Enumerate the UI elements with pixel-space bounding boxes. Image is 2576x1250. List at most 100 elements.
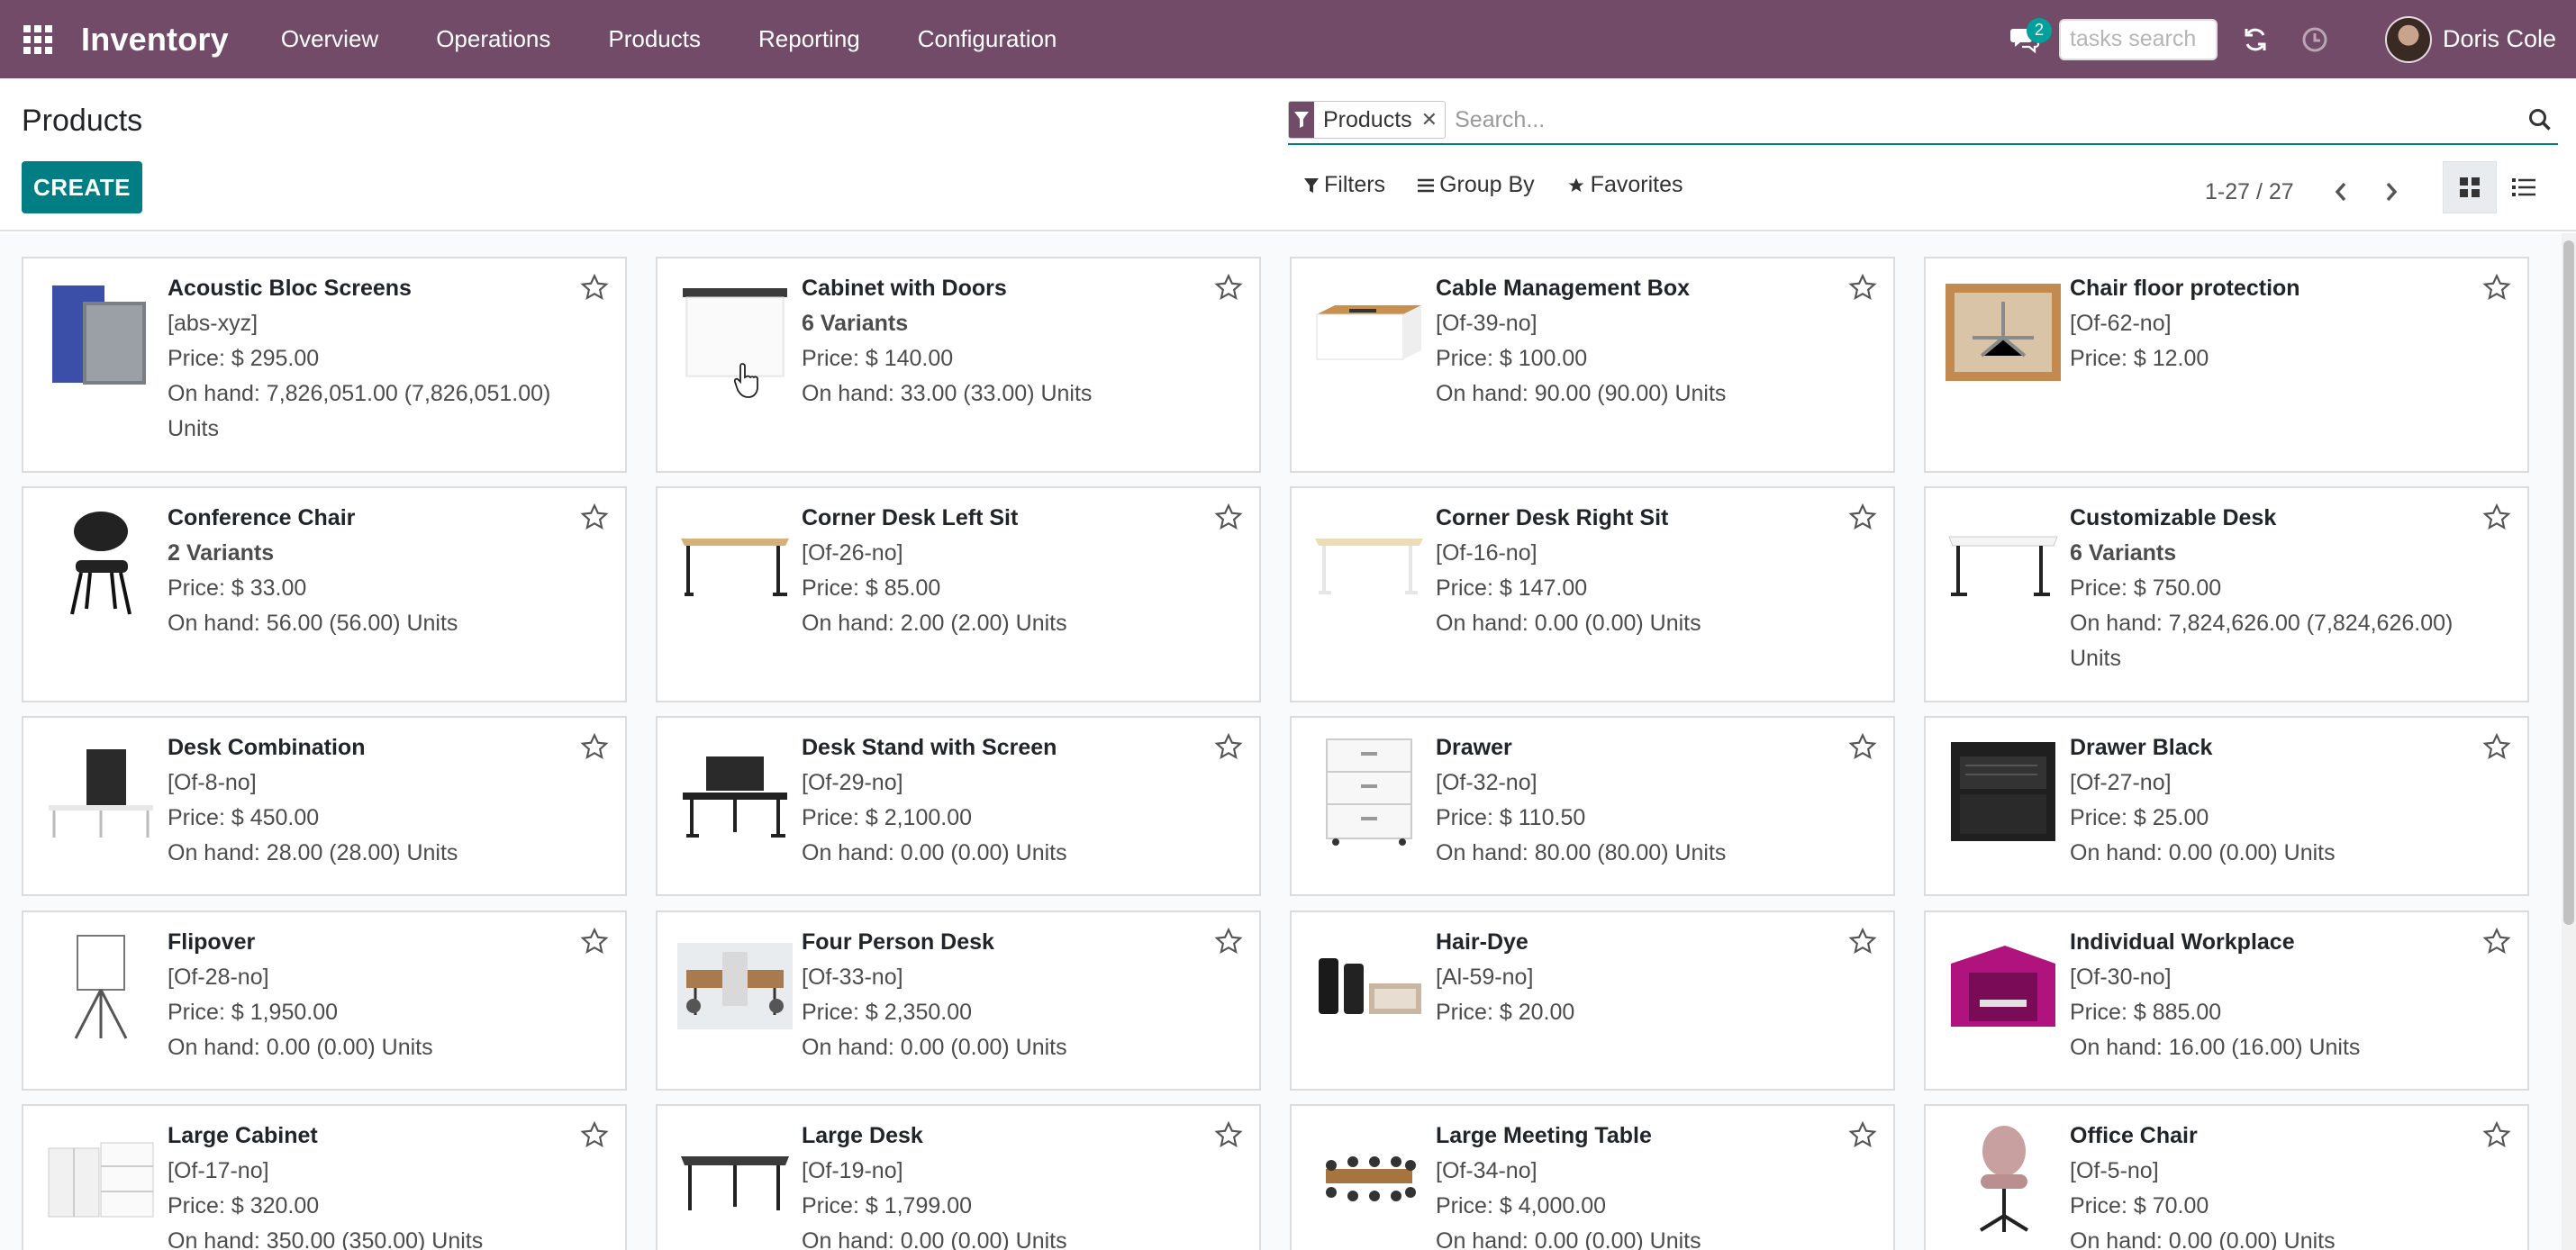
product-card[interactable]: Desk Stand with Screen [Of-29-no] Price: $… xyxy=(656,716,1261,896)
product-card[interactable]: Corner Desk Right Sit [Of-16-no] Price: $ … xyxy=(1290,486,1895,702)
favorite-star-icon[interactable] xyxy=(1214,927,1243,960)
product-name: Corner Desk Left Sit xyxy=(802,505,1019,530)
product-onhand: On hand: 0.00 (0.00) Units xyxy=(2070,1228,2336,1250)
create-button[interactable]: CREATE xyxy=(22,161,142,213)
product-details: Cabinet with Doors 6 Variants Price: $ 140… xyxy=(802,271,1196,412)
favorite-star-icon[interactable] xyxy=(2482,503,2511,536)
control-panel: Products CREATE Products ✕ Filters Group… xyxy=(0,78,2576,231)
product-image xyxy=(676,736,794,847)
product-card[interactable]: Conference Chair 2 Variants Price: $ 33.00… xyxy=(22,486,627,702)
product-name: Acoustic Bloc Screens xyxy=(168,276,412,301)
clock-icon xyxy=(2302,27,2327,51)
product-reference: [Of-29-no] xyxy=(802,770,903,795)
product-image xyxy=(41,506,160,618)
favorite-star-icon[interactable] xyxy=(580,503,609,536)
user-avatar xyxy=(2384,15,2432,63)
product-card[interactable]: Acoustic Bloc Screens [abs-xyz] Price: $ 2… xyxy=(22,257,627,473)
favorite-star-icon[interactable] xyxy=(1848,927,1877,960)
product-reference: [Of-32-no] xyxy=(1436,770,1537,795)
tasks-search-input[interactable] xyxy=(2058,18,2218,60)
favorite-star-icon[interactable] xyxy=(1214,732,1243,765)
product-card[interactable]: Drawer Black [Of-27-no] Price: $ 25.00 On h… xyxy=(1924,716,2529,896)
list-icon xyxy=(2512,178,2535,196)
favorite-star-icon[interactable] xyxy=(2482,927,2511,960)
product-price: Price: $ 2,350.00 xyxy=(802,1000,973,1025)
apps-menu-icon[interactable] xyxy=(22,23,54,56)
favorite-star-icon[interactable] xyxy=(1848,273,1877,306)
menu-reporting[interactable]: Reporting xyxy=(730,0,889,78)
menu-products[interactable]: Products xyxy=(579,0,730,78)
sync-button[interactable] xyxy=(2234,18,2277,61)
product-card[interactable]: Desk Combination [Of-8-no] Price: $ 450.00… xyxy=(22,716,627,896)
star-icon xyxy=(1568,177,1584,192)
favorite-star-icon[interactable] xyxy=(2482,1120,2511,1154)
scrollbar-thumb[interactable] xyxy=(2563,240,2574,925)
product-card[interactable]: Office Chair [Of-5-no] Price: $ 70.00 On ha… xyxy=(1924,1104,2529,1250)
product-details: Desk Combination [Of-8-no] Price: $ 450.00… xyxy=(168,730,562,871)
groupby-dropdown[interactable]: Group By xyxy=(1418,172,1535,198)
product-card[interactable]: Large Cabinet [Of-17-no] Price: $ 320.00 On… xyxy=(22,1104,627,1250)
favorites-dropdown[interactable]: Favorites xyxy=(1567,172,1683,198)
app-brand[interactable]: Inventory xyxy=(81,21,229,59)
favorite-star-icon[interactable] xyxy=(2482,732,2511,765)
search-icon[interactable] xyxy=(2522,108,2558,131)
search-input[interactable] xyxy=(1446,101,2522,139)
product-card[interactable]: Corner Desk Left Sit [Of-26-no] Price: $ 8… xyxy=(656,486,1261,702)
filters-dropdown[interactable]: Filters xyxy=(1304,172,1385,198)
user-menu[interactable]: Doris Cole xyxy=(2384,15,2556,63)
product-onhand: On hand: 90.00 (90.00) Units xyxy=(1436,381,1727,406)
product-details: Individual Workplace [Of-30-no] Price: $ 8… xyxy=(2070,925,2464,1065)
product-name: Desk Stand with Screen xyxy=(802,735,1057,760)
favorite-star-icon[interactable] xyxy=(2482,273,2511,306)
product-details: Flipover [Of-28-no] Price: $ 1,950.00 On ha… xyxy=(168,925,562,1065)
favorite-star-icon[interactable] xyxy=(1214,503,1243,536)
pager-value[interactable]: 1-27 / 27 xyxy=(2205,179,2294,205)
pager-previous[interactable] xyxy=(2321,172,2361,212)
product-card[interactable]: Hair-Dye [Al-59-no] Price: $ 20.00 xyxy=(1290,910,1895,1091)
list-icon xyxy=(1418,178,1435,192)
product-card[interactable]: Flipover [Of-28-no] Price: $ 1,950.00 On ha… xyxy=(22,910,627,1091)
scrollbar[interactable] xyxy=(2562,233,2576,1250)
product-details: Large Meeting Table [Of-34-no] Price: $ 4,… xyxy=(1436,1119,1830,1250)
favorite-star-icon[interactable] xyxy=(1848,503,1877,536)
messaging-menu[interactable]: 2 xyxy=(2003,17,2052,61)
product-card[interactable]: Cable Management Box [Of-39-no] Price: $ 1… xyxy=(1290,257,1895,473)
favorite-star-icon[interactable] xyxy=(1214,1120,1243,1154)
menu-configuration[interactable]: Configuration xyxy=(889,0,1086,78)
product-reference: [Of-17-no] xyxy=(168,1158,269,1183)
facet-remove-icon[interactable]: ✕ xyxy=(1420,108,1445,131)
kanban-view: Acoustic Bloc Screens [abs-xyz] Price: $ 2… xyxy=(0,233,2562,1250)
favorite-star-icon[interactable] xyxy=(580,273,609,306)
favorite-star-icon[interactable] xyxy=(1848,1120,1877,1154)
product-price: Price: $ 885.00 xyxy=(2070,1000,2222,1025)
product-card[interactable]: Customizable Desk 6 Variants Price: $ 750.… xyxy=(1924,486,2529,702)
product-card[interactable]: Drawer [Of-32-no] Price: $ 110.50 On hand: … xyxy=(1290,716,1895,896)
activity-button[interactable] xyxy=(2293,18,2336,61)
product-reference: [Of-39-no] xyxy=(1436,311,1537,336)
product-price: Price: $ 33.00 xyxy=(168,575,307,601)
product-card[interactable]: Four Person Desk [Of-33-no] Price: $ 2,350… xyxy=(656,910,1261,1091)
product-card[interactable]: Individual Workplace [Of-30-no] Price: $ 8… xyxy=(1924,910,2529,1091)
favorite-star-icon[interactable] xyxy=(1214,273,1243,306)
product-card[interactable]: Large Meeting Table [Of-34-no] Price: $ 4,… xyxy=(1290,1104,1895,1250)
product-onhand: On hand: 0.00 (0.00) Units xyxy=(168,1035,433,1060)
product-details: Conference Chair 2 Variants Price: $ 33.00… xyxy=(168,501,562,641)
menu-overview[interactable]: Overview xyxy=(252,0,407,78)
facet-label: Products xyxy=(1323,106,1412,132)
product-price: Price: $ 750.00 xyxy=(2070,575,2222,601)
product-card[interactable]: Chair floor protection [Of-62-no] Price: $… xyxy=(1924,257,2529,473)
pager-next[interactable] xyxy=(2372,172,2411,212)
product-name: Desk Combination xyxy=(168,735,366,760)
favorite-star-icon[interactable] xyxy=(580,927,609,960)
favorite-star-icon[interactable] xyxy=(580,1120,609,1154)
list-view-button[interactable] xyxy=(2497,161,2551,213)
product-variants: 2 Variants xyxy=(168,540,275,566)
favorite-star-icon[interactable] xyxy=(1848,732,1877,765)
product-card[interactable]: Large Desk [Of-19-no] Price: $ 1,799.00 On … xyxy=(656,1104,1261,1250)
kanban-view-button[interactable] xyxy=(2443,161,2497,213)
favorite-star-icon[interactable] xyxy=(580,732,609,765)
product-reference: [Of-28-no] xyxy=(168,965,269,990)
product-name: Cable Management Box xyxy=(1436,276,1691,301)
product-image xyxy=(1310,930,1429,1042)
menu-operations[interactable]: Operations xyxy=(407,0,579,78)
